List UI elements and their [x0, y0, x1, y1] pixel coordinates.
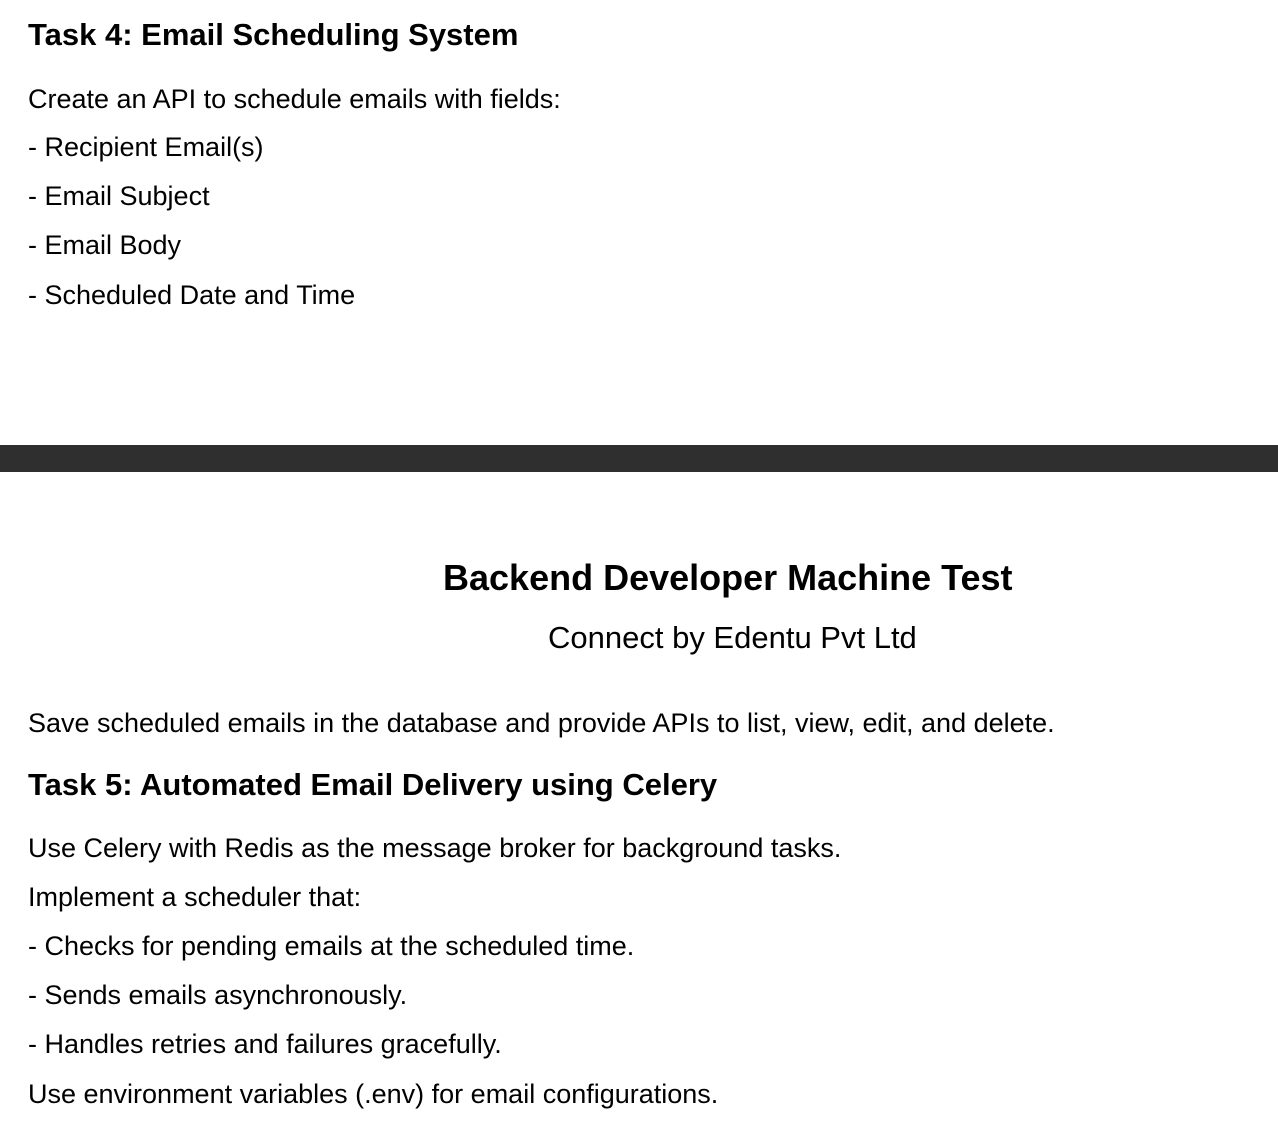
task4-heading: Task 4: Email Scheduling System: [28, 17, 519, 52]
task5-line-env: Use environment variables (.env) for ema…: [28, 1079, 719, 1109]
task4-continued-text: Save scheduled emails in the database an…: [28, 708, 1055, 738]
document-page-top: Task 4: Email Scheduling System Create a…: [0, 0, 1278, 445]
task4-field-recipient: - Recipient Email(s): [28, 132, 264, 162]
task4-field-body: - Email Body: [28, 230, 182, 260]
page-break-divider: [0, 445, 1278, 472]
document-title: Backend Developer Machine Test: [443, 557, 1013, 598]
task5-line-async: - Sends emails asynchronously.: [28, 980, 408, 1010]
task5-line-celery: Use Celery with Redis as the message bro…: [28, 833, 842, 863]
task5-line-pending: - Checks for pending emails at the sched…: [28, 931, 635, 961]
task5-heading: Task 5: Automated Email Delivery using C…: [28, 767, 718, 802]
task5-line-scheduler: Implement a scheduler that:: [28, 882, 362, 912]
document-subtitle: Connect by Edentu Pvt Ltd: [548, 620, 917, 655]
task4-field-subject: - Email Subject: [28, 181, 210, 211]
task4-intro: Create an API to schedule emails with fi…: [28, 84, 561, 114]
task5-line-retries: - Handles retries and failures gracefull…: [28, 1029, 502, 1059]
task4-field-datetime: - Scheduled Date and Time: [28, 280, 356, 310]
